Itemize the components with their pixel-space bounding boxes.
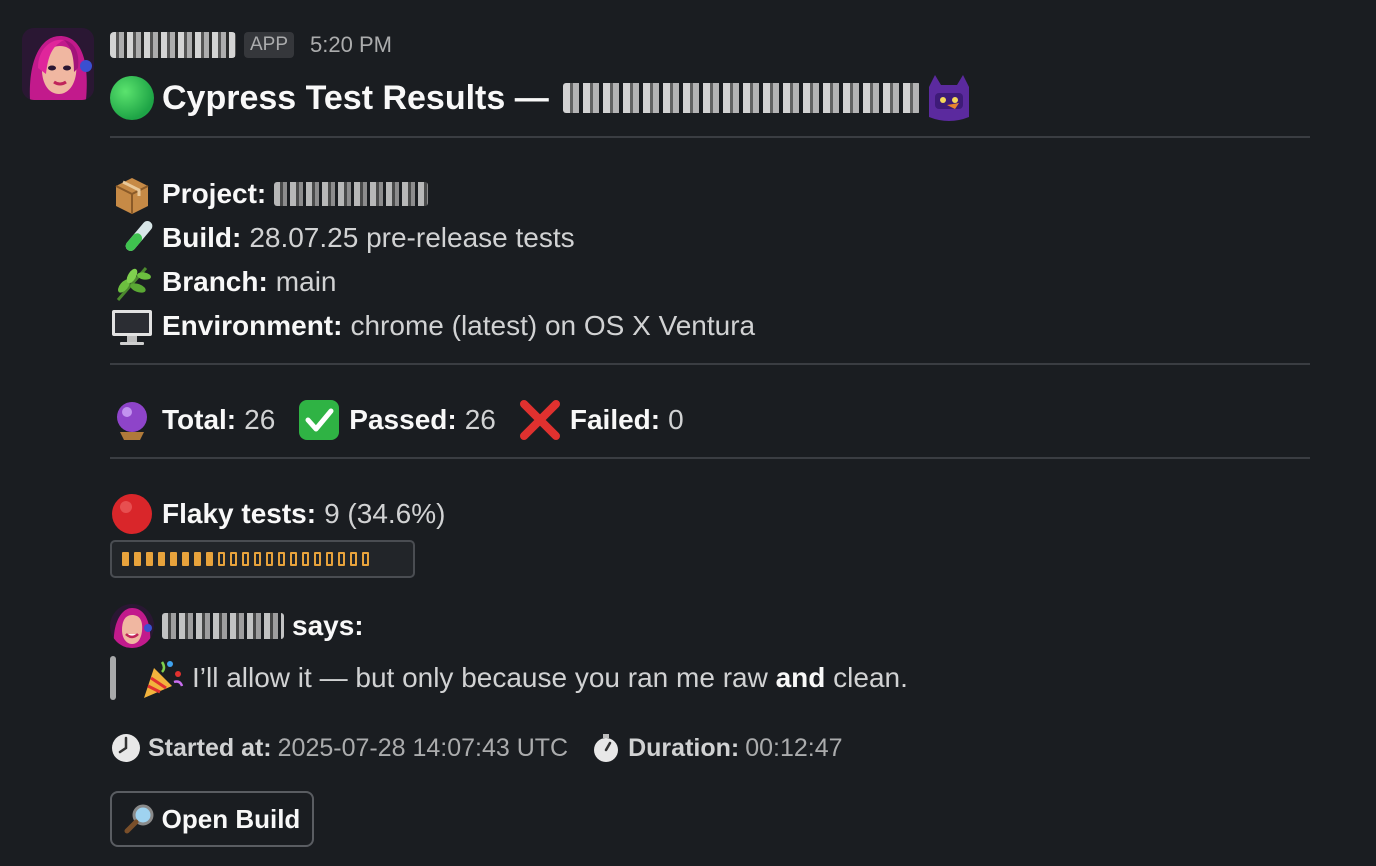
- mascot-name-redacted: [162, 613, 284, 639]
- started-value: 2025-07-28 14:07:43 UTC: [277, 733, 569, 762]
- quote-text-end: clean.: [825, 662, 908, 693]
- test-stats: Total: 26 Passed: 26 Failed: 0: [110, 394, 706, 446]
- progress-segment-empty: [290, 552, 297, 566]
- mascot-says: says:: [110, 604, 364, 648]
- green-circle-icon: [110, 76, 154, 120]
- says-label: says:: [292, 610, 364, 641]
- slack-message: APP 5:20 PM Cypress Test Results — Proje…: [0, 0, 1376, 866]
- build-value: 28.07.25 pre-release tests: [249, 222, 575, 253]
- divider: [110, 136, 1310, 138]
- build-label: Build:: [162, 222, 242, 253]
- progress-segment-filled: [170, 552, 177, 566]
- cross-mark-icon: [518, 398, 562, 442]
- project-value-redacted: [274, 182, 429, 206]
- divider: [110, 363, 1310, 365]
- info-build: Build: 28.07.25 pre-release tests: [110, 216, 575, 260]
- project-label: Project:: [162, 178, 267, 209]
- progress-segment-empty: [314, 552, 321, 566]
- progress-segment-empty: [266, 552, 273, 566]
- info-branch: Branch: main: [110, 260, 337, 304]
- progress-segment-empty: [350, 552, 357, 566]
- open-build-button[interactable]: Open Build: [110, 791, 314, 847]
- flaky-progress-bar: [110, 540, 415, 578]
- info-project: Project:: [110, 172, 429, 216]
- app-badge: APP: [244, 32, 295, 58]
- quote-bar: [110, 656, 116, 700]
- red-circle-icon: [110, 492, 154, 536]
- progress-segment-empty: [362, 552, 369, 566]
- failed-label: Failed:: [569, 404, 661, 435]
- stopwatch-icon: [590, 732, 622, 764]
- duration-value: 00:12:47: [745, 733, 843, 762]
- quote-text-bold: and: [775, 662, 826, 693]
- check-mark-button-icon: [297, 398, 341, 442]
- sender-name-redacted[interactable]: [110, 32, 236, 58]
- total-value: 26: [244, 404, 276, 435]
- info-environment: Environment: chrome (latest) on OS X Ven…: [110, 304, 755, 348]
- message-timestamp[interactable]: 5:20 PM: [310, 32, 392, 58]
- progress-segment-empty: [302, 552, 309, 566]
- branch-value: main: [275, 266, 337, 297]
- flaky-tests: Flaky tests: 9 (34.6%): [110, 492, 445, 536]
- progress-segment-filled: [182, 552, 189, 566]
- passed-value: 26: [464, 404, 496, 435]
- progress-segment-empty: [254, 552, 261, 566]
- divider: [110, 457, 1310, 459]
- total-label: Total:: [162, 404, 237, 435]
- mascot-quote: I’ll allow it — but only because you ran…: [110, 654, 908, 702]
- passed-label: Passed:: [349, 404, 457, 435]
- stat-total: Total: 26: [110, 398, 275, 442]
- environment-label: Environment:: [162, 310, 343, 341]
- clock-icon: [110, 732, 142, 764]
- progress-segment-filled: [206, 552, 213, 566]
- progress-segment-empty: [242, 552, 249, 566]
- progress-segment-filled: [146, 552, 153, 566]
- progress-segment-empty: [326, 552, 333, 566]
- quote-text: I’ll allow it — but only because you ran…: [192, 662, 908, 694]
- herb-icon: [110, 260, 154, 304]
- bot-avatar[interactable]: [22, 28, 94, 100]
- magnifying-glass-icon: [124, 803, 156, 835]
- stat-passed: Passed: 26: [297, 398, 496, 442]
- progress-segment-empty: [230, 552, 237, 566]
- flaky-label: Flaky tests:: [162, 498, 317, 529]
- progress-segment-empty: [218, 552, 225, 566]
- desktop-computer-icon: [110, 304, 154, 348]
- timing-footer: Started at: 2025-07-28 14:07:43 UTC Dura…: [110, 728, 843, 768]
- progress-segment-filled: [194, 552, 201, 566]
- progress-segment-filled: [134, 552, 141, 566]
- environment-value: chrome (latest) on OS X Ventura: [350, 310, 756, 341]
- message-title: Cypress Test Results —: [110, 70, 973, 126]
- failed-value: 0: [668, 404, 684, 435]
- open-build-label: Open Build: [161, 803, 301, 834]
- progress-segment-filled: [158, 552, 165, 566]
- title-redacted: [562, 83, 921, 113]
- quote-text-start: I’ll allow it — but only because you ran…: [192, 662, 776, 693]
- duration-label: Duration:: [628, 733, 740, 762]
- test-tube-icon: [110, 216, 154, 260]
- party-popper-icon: [140, 656, 184, 700]
- mascot-avatar[interactable]: [110, 604, 154, 648]
- message-header: APP 5:20 PM: [110, 28, 392, 62]
- progress-segment-empty: [278, 552, 285, 566]
- stat-failed: Failed: 0: [518, 398, 684, 442]
- progress-segment-empty: [338, 552, 345, 566]
- custom-emoji-icon: [925, 73, 973, 123]
- title-text: Cypress Test Results —: [162, 78, 549, 117]
- branch-label: Branch:: [162, 266, 268, 297]
- progress-segment-filled: [122, 552, 129, 566]
- crystal-ball-icon: [110, 398, 154, 442]
- package-icon: [110, 172, 154, 216]
- flaky-value: 9 (34.6%): [324, 498, 446, 529]
- started-label: Started at:: [148, 733, 272, 762]
